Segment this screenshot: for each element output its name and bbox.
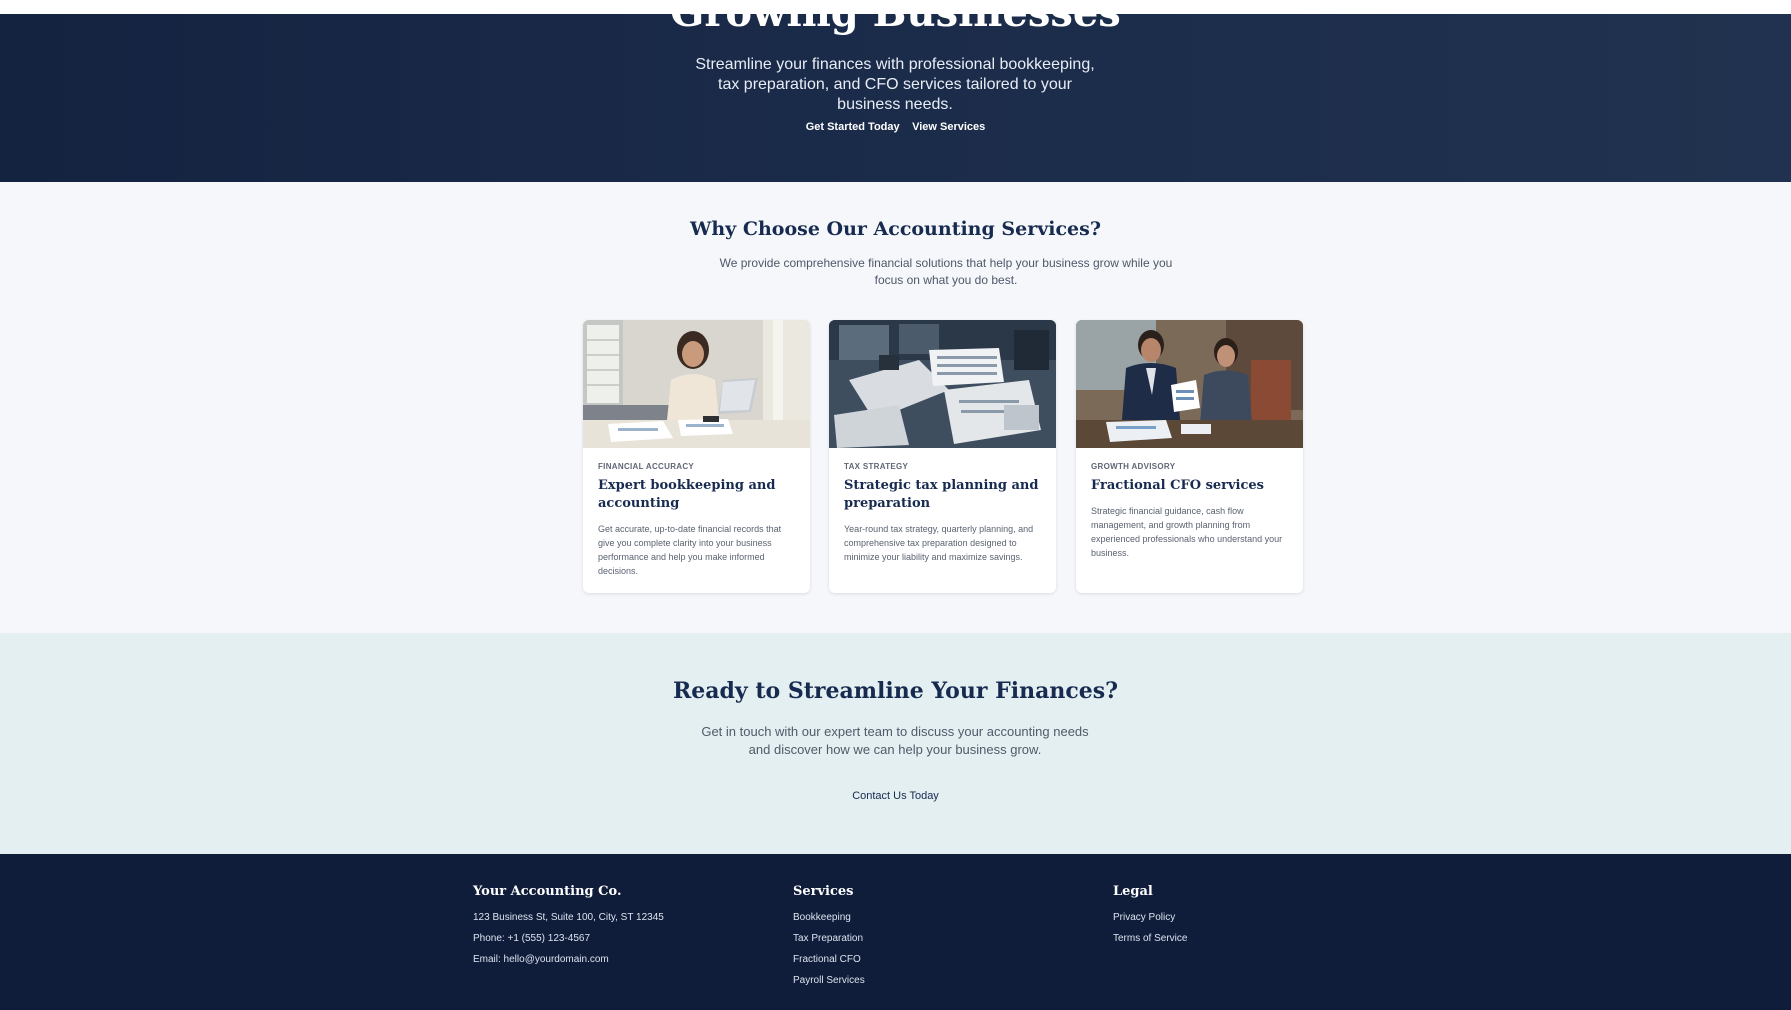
- card-title: Fractional CFO services: [1091, 478, 1265, 493]
- get-started-button[interactable]: Get Started Today: [806, 121, 900, 133]
- cta-title: Ready to Streamline Your Finances?: [673, 678, 1118, 704]
- woman-working-on-laptop-photo: [583, 320, 810, 448]
- card-description: Strategic financial guidance, cash flow …: [1091, 506, 1283, 558]
- footer-legal-heading: Legal: [1113, 884, 1153, 899]
- footer-link-bookkeeping[interactable]: Bookkeeping: [793, 911, 865, 932]
- footer-link-terms-of-service[interactable]: Terms of Service: [1113, 932, 1187, 953]
- footer-link-fractional-cfo[interactable]: Fractional CFO: [793, 953, 865, 974]
- contact-cta-section: Ready to Streamline Your Finances? Get i…: [0, 633, 1791, 854]
- footer-link-privacy-policy[interactable]: Privacy Policy: [1113, 911, 1187, 932]
- card-title: Expert bookkeeping and accounting: [598, 478, 776, 511]
- advisors-meeting-photo: [1076, 320, 1303, 448]
- top-header-strip: [0, 0, 1791, 14]
- footer-link-tax-preparation[interactable]: Tax Preparation: [793, 932, 865, 953]
- card-tag: FINANCIAL ACCURACY: [598, 462, 695, 471]
- contact-us-button[interactable]: Contact Us Today: [0, 790, 1791, 802]
- card-title: Strategic tax planning and preparation: [844, 478, 1039, 511]
- footer-services-heading: Services: [793, 884, 854, 899]
- footer-link-payroll-services[interactable]: Payroll Services: [793, 974, 865, 995]
- card-tag: GROWTH ADVISORY: [1091, 462, 1176, 471]
- footer-company-column: Your Accounting Co. 123 Business St, Sui…: [473, 884, 664, 974]
- service-card-cfo: GROWTH ADVISORY Fractional CFO services …: [1076, 320, 1303, 593]
- footer-legal-column: Legal Privacy Policy Terms of Service: [1113, 884, 1187, 953]
- hero-actions: Get Started Today View Services: [0, 117, 1791, 135]
- service-card-bookkeeping: FINANCIAL ACCURACY Expert bookkeeping an…: [583, 320, 810, 593]
- hero-section: Growing Businesses Streamline your finan…: [0, 0, 1791, 182]
- service-card-tax: TAX STRATEGY Strategic tax planning and …: [829, 320, 1056, 593]
- section-subtitle: We provide comprehensive financial solut…: [719, 256, 1173, 287]
- section-title: Why Choose Our Accounting Services?: [690, 218, 1101, 240]
- card-description: Get accurate, up-to-date financial recor…: [598, 524, 782, 576]
- footer-company-name: Your Accounting Co.: [473, 884, 622, 899]
- footer-phone: Phone: +1 (555) 123-4567: [473, 933, 591, 944]
- cta-subtitle: Get in touch with our expert team to dis…: [701, 724, 1089, 757]
- footer-address: 123 Business St, Suite 100, City, ST 123…: [473, 912, 664, 923]
- why-choose-section: Why Choose Our Accounting Services? We p…: [0, 182, 1791, 633]
- view-services-button[interactable]: View Services: [912, 121, 985, 133]
- footer-email: Email: hello@yourdomain.com: [473, 954, 609, 965]
- tax-documents-desk-photo: [829, 320, 1056, 448]
- card-tag: TAX STRATEGY: [844, 462, 909, 471]
- site-footer: Your Accounting Co. 123 Business St, Sui…: [0, 854, 1791, 1010]
- hero-subtitle: Streamline your finances with profession…: [695, 56, 1095, 113]
- footer-services-column: Services Bookkeeping Tax Preparation Fra…: [793, 884, 865, 995]
- card-description: Year-round tax strategy, quarterly plann…: [844, 524, 1034, 562]
